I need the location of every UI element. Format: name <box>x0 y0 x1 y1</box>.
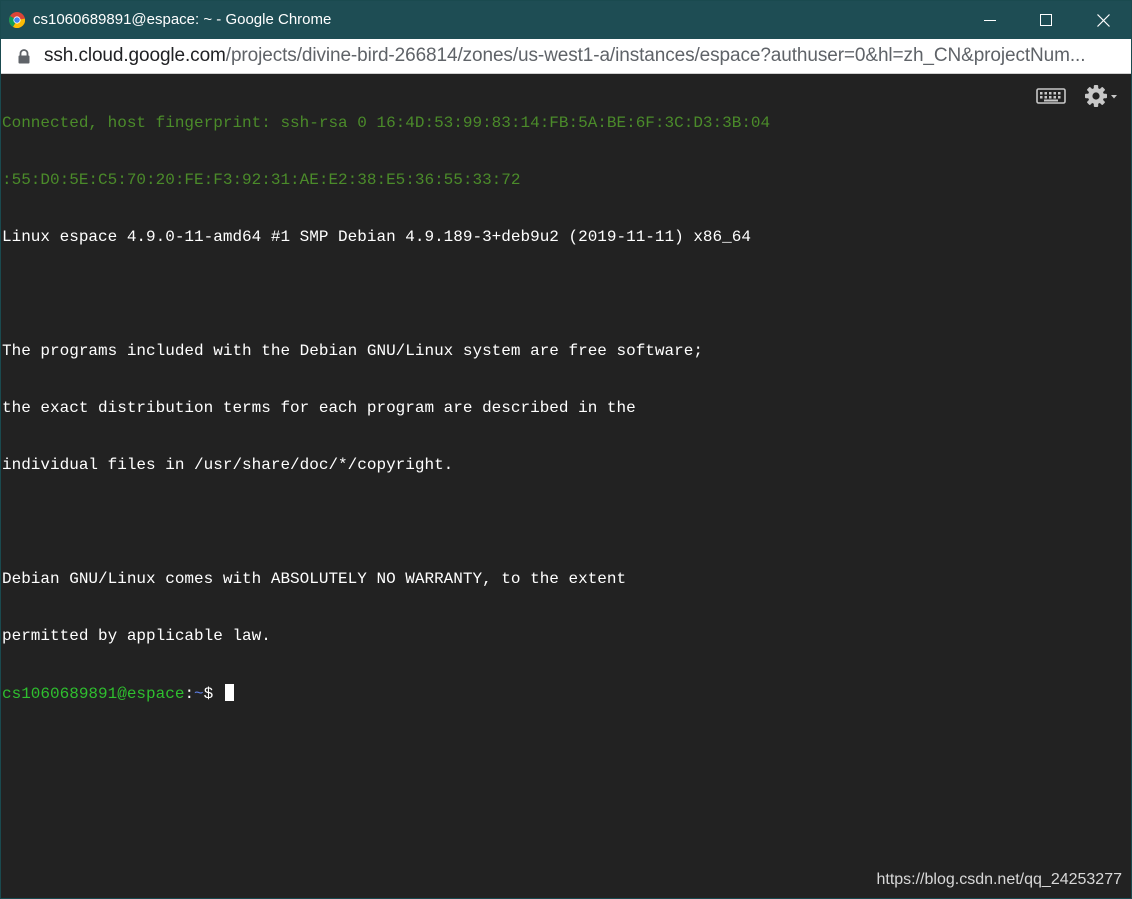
terminal-line: Connected, host fingerprint: ssh-rsa 0 1… <box>2 114 771 132</box>
terminal-line: the exact distribution terms for each pr… <box>2 399 636 417</box>
gear-icon[interactable] <box>1084 84 1120 108</box>
chrome-window: cs1060689891@espace: ~ - Google Chrome s… <box>0 0 1132 899</box>
shell-prompt-line[interactable]: cs1060689891@espace:~$ <box>2 684 770 703</box>
close-icon <box>1096 13 1110 27</box>
terminal-line: Debian GNU/Linux comes with ABSOLUTELY N… <box>2 570 627 588</box>
prompt-symbol: $ <box>203 685 223 703</box>
terminal-line: permitted by applicable law. <box>2 627 271 645</box>
url-path: /projects/divine-bird-266814/zones/us-we… <box>225 45 1086 66</box>
watermark-text: https://blog.csdn.net/qq_24253277 <box>876 871 1122 888</box>
window-title: cs1060689891@espace: ~ - Google Chrome <box>33 11 332 28</box>
terminal-output: Connected, host fingerprint: ssh-rsa 0 1… <box>2 76 770 741</box>
prompt-user-host: cs1060689891@espace <box>2 685 185 703</box>
terminal-line: :55:D0:5E:C5:70:20:FE:F3:92:31:AE:E2:38:… <box>2 171 521 189</box>
url-host: ssh.cloud.google.com <box>44 45 226 66</box>
maximize-button[interactable] <box>1017 1 1075 39</box>
prompt-path: ~ <box>194 685 204 703</box>
chrome-logo-icon <box>9 12 25 28</box>
window-titlebar[interactable]: cs1060689891@espace: ~ - Google Chrome <box>1 1 1131 39</box>
lock-icon[interactable] <box>17 49 31 64</box>
terminal-line: individual files in /usr/share/doc/*/cop… <box>2 456 454 474</box>
terminal-line: The programs included with the Debian GN… <box>2 342 703 360</box>
address-bar[interactable]: ssh.cloud.google.com/projects/divine-bir… <box>1 39 1131 74</box>
close-button[interactable] <box>1074 1 1131 39</box>
terminal-line: Linux espace 4.9.0-11-amd64 #1 SMP Debia… <box>2 228 751 246</box>
ssh-terminal[interactable]: Connected, host fingerprint: ssh-rsa 0 1… <box>1 74 1131 898</box>
keyboard-icon[interactable] <box>1036 86 1066 106</box>
prompt-separator: : <box>184 685 195 703</box>
terminal-cursor <box>224 684 234 701</box>
url-text[interactable]: ssh.cloud.google.com/projects/divine-bir… <box>44 45 1085 67</box>
minimize-button[interactable] <box>961 1 1019 39</box>
maximize-icon <box>1040 14 1052 26</box>
minimize-icon <box>984 20 996 21</box>
